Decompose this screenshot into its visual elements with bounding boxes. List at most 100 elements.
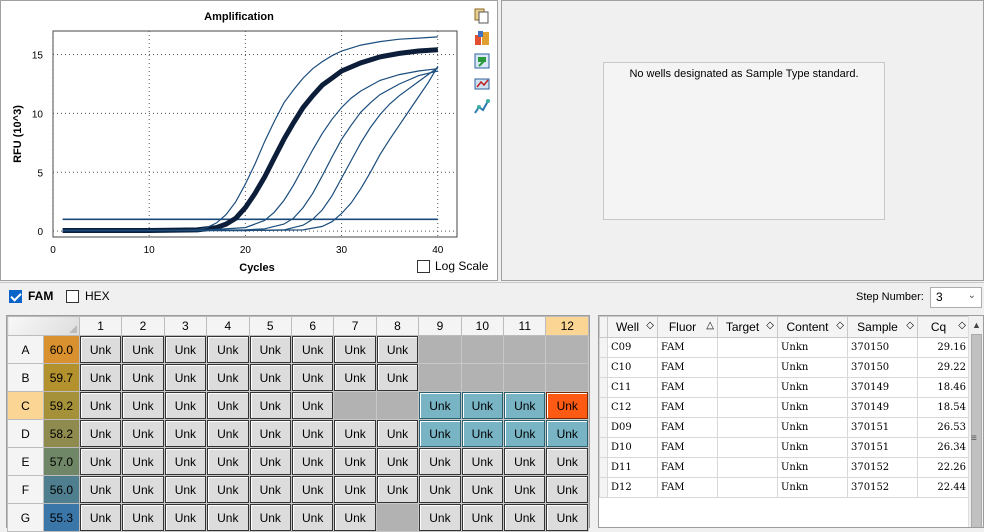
plate-well[interactable]: Unk [78,447,123,476]
plate-well[interactable]: Unk [248,503,292,532]
table-row[interactable]: D11 FAM Unkn 370152 22.26 [599,457,970,478]
plate-well[interactable]: Unk [460,447,505,476]
plate-well[interactable]: Unk [418,447,462,476]
plate-well[interactable]: Unk [121,503,165,532]
plate-well[interactable]: Unk [206,475,250,504]
plate-well[interactable]: Unk [206,391,250,420]
filter-icon[interactable]: ◇ [646,320,654,331]
plate-well[interactable]: Unk [78,475,123,504]
copy-icon[interactable] [473,6,491,24]
print-icon[interactable] [473,75,491,93]
plate-well[interactable]: Unk [503,419,547,448]
column-header-well[interactable]: Well ◇ [607,316,658,338]
step-number-select[interactable]: 3 ⌄ [930,287,982,308]
plate-column-header[interactable]: 6 [290,316,335,336]
column-header-sample[interactable]: Sample ◇ [847,316,918,338]
hex-toggle[interactable]: HEX [66,289,110,303]
log-scale-checkbox[interactable] [417,259,430,273]
filter-icon[interactable]: ◇ [836,320,844,331]
plate-well[interactable]: Unk [78,391,123,420]
plate-well[interactable]: Unk [121,363,165,392]
plate-well[interactable]: Unk [290,447,335,476]
plate-well[interactable]: Unk [545,503,589,532]
plate-well[interactable]: Unk [375,419,420,448]
plate-well[interactable] [460,363,505,392]
table-row[interactable]: D12 FAM Unkn 370152 22.44 [599,477,970,498]
plate-well[interactable]: Unk [78,503,123,532]
plate-column-header[interactable]: 5 [248,316,292,336]
column-header-cq[interactable]: Cq ◇ [917,316,970,338]
plate-well[interactable]: Unk [503,391,547,420]
plate-well[interactable]: Unk [290,475,335,504]
plate-well[interactable]: Unk [121,447,165,476]
plate-well[interactable]: Unk [503,447,547,476]
plate-well[interactable]: Unk [206,363,250,392]
row-selector[interactable] [599,457,608,478]
plate-column-header[interactable]: 10 [460,316,505,336]
plate-column-header[interactable]: 2 [121,316,165,336]
export-icon[interactable] [473,29,491,47]
plate-well[interactable]: Unk [503,475,547,504]
plate-well[interactable]: Unk [290,419,335,448]
table-row[interactable]: C10 FAM Unkn 370150 29.22 [599,357,970,378]
plate-well[interactable]: Unk [460,475,505,504]
sort-asc-icon[interactable]: △ [706,320,714,331]
table-row[interactable]: C09 FAM Unkn 370150 29.16 [599,337,970,358]
plate-well[interactable]: Unk [78,419,123,448]
table-row[interactable]: D09 FAM Unkn 370151 26.53 [599,417,970,438]
plate-well[interactable]: Unk [418,503,462,532]
plate-well[interactable]: Unk [290,503,335,532]
plate-well[interactable]: Unk [333,335,377,364]
row-selector[interactable] [599,477,608,498]
plate-well[interactable]: Unk [121,335,165,364]
plate-column-header[interactable]: 3 [163,316,208,336]
plate-well[interactable]: Unk [333,447,377,476]
plate-well[interactable]: Unk [375,475,420,504]
plate-well[interactable]: Unk [248,363,292,392]
plate-well[interactable]: Unk [163,419,208,448]
scroll-up-icon[interactable]: ▲ [972,320,981,330]
plate-column-header[interactable]: 1 [78,316,123,336]
table-row[interactable]: C12 FAM Unkn 370149 18.54 [599,397,970,418]
plate-well[interactable]: Unk [206,335,250,364]
plate-well[interactable] [333,391,377,420]
plate-well[interactable]: Unk [206,419,250,448]
plate-well[interactable]: Unk [290,391,335,420]
plate-well[interactable]: Unk [248,447,292,476]
plate-well[interactable]: Unk [78,363,123,392]
plate-well[interactable]: Unk [333,503,377,532]
row-selector[interactable] [599,437,608,458]
plate-row-header[interactable]: B [7,363,44,392]
plate-well[interactable]: Unk [545,419,589,448]
plate-well[interactable]: Unk [248,475,292,504]
plate-well[interactable] [503,363,547,392]
plate-well[interactable]: Unk [418,391,462,420]
plate-well[interactable]: Unk [545,475,589,504]
column-header-fluor[interactable]: Fluor △ [657,316,718,338]
plate-well[interactable]: Unk [206,503,250,532]
plate-well[interactable]: Unk [163,335,208,364]
plate-column-header[interactable]: 7 [333,316,377,336]
plate-well[interactable]: Unk [248,335,292,364]
plate-well[interactable] [545,335,589,364]
table-row[interactable]: C11 FAM Unkn 370149 18.46 [599,377,970,398]
fam-checkbox[interactable] [9,289,22,303]
plate-row-header[interactable]: C [7,391,44,420]
plate-well[interactable]: Unk [121,419,165,448]
plate-well[interactable]: Unk [290,363,335,392]
plate-column-header[interactable]: 8 [375,316,420,336]
plate-column-header[interactable]: 4 [206,316,250,336]
fam-toggle[interactable]: FAM [9,289,53,303]
plate-well[interactable]: Unk [545,447,589,476]
plate-well[interactable]: Unk [163,447,208,476]
plate-row-header[interactable]: E [7,447,44,476]
plate-well[interactable]: Unk [375,363,420,392]
filter-icon[interactable]: ◇ [766,320,774,331]
table-row[interactable]: D10 FAM Unkn 370151 26.34 [599,437,970,458]
row-selector[interactable] [599,397,608,418]
plate-row-header[interactable]: A [7,335,44,364]
plate-well[interactable]: Unk [163,363,208,392]
plate-well[interactable]: Unk [121,391,165,420]
scroll-thumb[interactable] [971,334,982,527]
plate-column-header[interactable]: 9 [418,316,462,336]
